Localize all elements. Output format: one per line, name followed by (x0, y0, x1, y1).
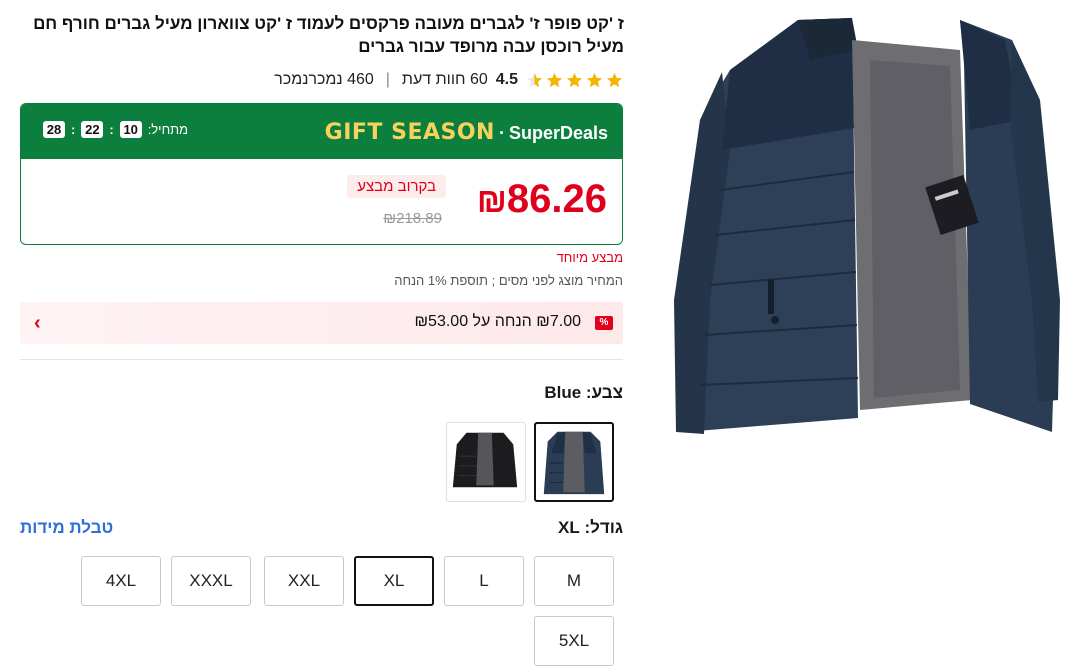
color-option-blue[interactable] (534, 422, 614, 502)
size-option-l[interactable]: L (444, 556, 524, 606)
price-area: ₪86.26 בקרוב מבצע ₪218.89 (21, 159, 622, 243)
currency-symbol: ₪ (476, 182, 507, 220)
star-icon (586, 72, 603, 87)
special-deal-label: מבצע מיוחד (556, 250, 623, 265)
size-option-5xl[interactable]: 5XL (534, 616, 614, 666)
gift-season-logo: GIFT SEASON (324, 120, 495, 145)
countdown-label: מתחיל: (147, 122, 189, 137)
jacket-illustration (674, 18, 1060, 434)
sold-count: 460 נמכרנמכר (274, 71, 374, 88)
size-option-xl[interactable]: XL (354, 556, 434, 606)
coupon-bar[interactable]: % ₪7.00 הנחה על ₪53.00 ‹ (20, 302, 623, 344)
coming-soon-badge: בקרוב מבצע (347, 175, 446, 198)
current-price: ₪86.26 (477, 177, 607, 222)
color-label: צבע: Blue (544, 383, 623, 402)
star-icon (546, 72, 563, 87)
superdeals-brand: GIFT SEASON · SuperDeals (324, 120, 608, 145)
product-main-image[interactable] (660, 0, 1070, 450)
original-price: ₪218.89 (383, 210, 442, 227)
discount-icon: % (595, 316, 613, 330)
superdeals-header: GIFT SEASON · SuperDeals מתחיל: 10 : 22 : … (21, 104, 622, 159)
size-option-4xl[interactable]: 4XL (81, 556, 161, 606)
price-value: 86.26 (506, 177, 607, 221)
countdown: מתחיל: 10 : 22 : 28 (43, 121, 188, 138)
rating-value: 4.5 (495, 71, 518, 88)
coupon-text: ₪7.00 הנחה על ₪53.00 (414, 313, 581, 330)
tax-note: המחיר מוצג לפני מסים ; תוספת 1% הנחה (394, 273, 623, 288)
superdeals-box: GIFT SEASON · SuperDeals מתחיל: 10 : 22 : … (20, 103, 623, 245)
chevron-left-icon[interactable]: ‹ (34, 312, 41, 335)
size-option-m[interactable]: M (534, 556, 614, 606)
half-star-icon (526, 72, 543, 87)
color-option-black[interactable] (446, 422, 526, 502)
superdeals-logo: SuperDeals (508, 123, 608, 143)
jacket-blue-thumbnail (543, 431, 605, 495)
star-icon (566, 72, 583, 87)
countdown-seconds: 28 (43, 121, 65, 138)
separator: | (385, 71, 390, 88)
size-option-xxxl[interactable]: XXXL (171, 556, 251, 606)
product-title: ז 'קט פופר ז' לגברים מעובה פרקסים לעמוד … (33, 14, 624, 56)
countdown-minutes: 22 (81, 121, 104, 138)
rating-stars[interactable] (526, 72, 623, 89)
size-option-xxl[interactable]: XXL (264, 556, 344, 606)
star-icon (606, 72, 623, 87)
rating-row: 4.5 60 חוות דעת | 460 נמכרנמכר (274, 68, 623, 92)
size-chart-link[interactable]: טבלת מידות (20, 518, 113, 538)
reviews-count[interactable]: 60 חוות דעת (402, 71, 488, 89)
jacket-black-thumbnail (452, 432, 518, 488)
countdown-hours: 10 (119, 121, 142, 138)
size-label: גודל: XL (557, 518, 623, 537)
divider (20, 359, 623, 360)
